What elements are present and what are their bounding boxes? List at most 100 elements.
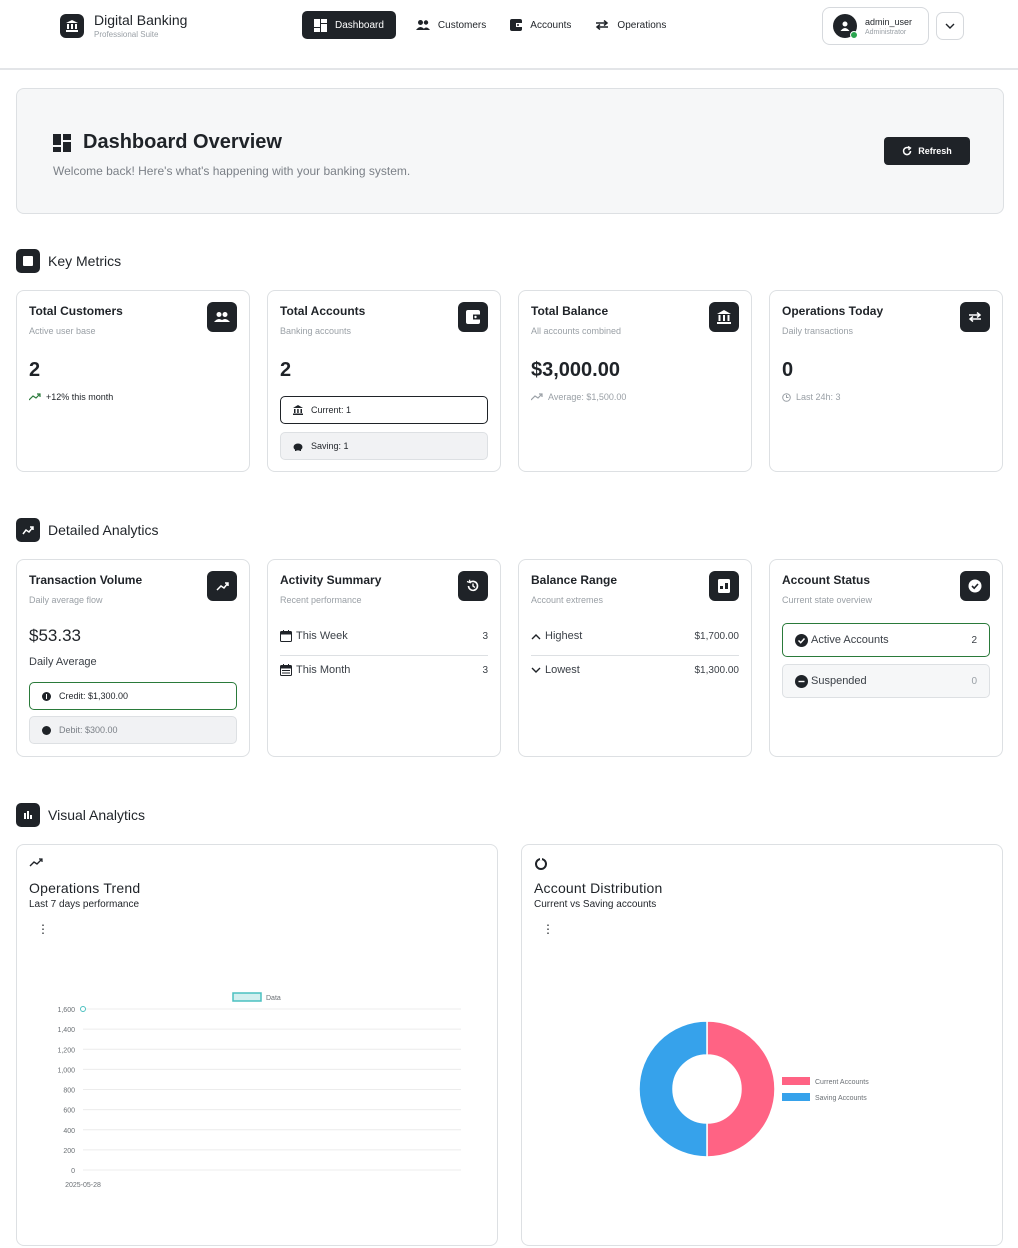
analytics-caption: Daily Average [29, 656, 97, 668]
metric-title: Total Customers [29, 304, 123, 318]
online-status-dot [850, 31, 858, 39]
metric-trend: +12% this month [29, 392, 113, 402]
analytics-title: Activity Summary [280, 573, 382, 587]
operations-trend-panel: Operations Trend Last 7 days performance… [16, 844, 498, 1246]
user-icon [840, 21, 850, 31]
metric-card-operations: Operations Today Daily transactions 0 La… [769, 290, 1003, 472]
credit-label: Credit: $1,300.00 [59, 691, 129, 701]
status-value: 0 [971, 675, 977, 687]
check-circle-icon [795, 633, 808, 647]
metric-subtitle: Active user base [29, 326, 96, 336]
wallet-icon [510, 19, 523, 31]
calculator-icon [709, 571, 739, 601]
account-distribution-panel: Account Distribution Current vs Saving a… [521, 844, 1003, 1246]
bank-icon [60, 13, 84, 38]
detailed-analytics-heading: Detailed Analytics [16, 518, 159, 542]
bank-icon [293, 405, 303, 415]
chevron-down-icon [531, 667, 541, 673]
y-tick-label: 200 [63, 1148, 75, 1155]
visual-analytics-heading: Visual Analytics [16, 803, 145, 827]
analytics-title: Transaction Volume [29, 573, 143, 587]
x-tick-label: 2025-05-28 [65, 1182, 101, 1189]
metric-card-customers: Total Customers Active user base 2 +12% … [16, 290, 250, 472]
badge-check-icon [960, 571, 990, 601]
nav-operations[interactable]: Operations [585, 11, 676, 39]
metric-value: 2 [29, 359, 41, 381]
status-row-suspended: Suspended 0 [782, 664, 990, 698]
dashboard-icon [314, 18, 327, 32]
history-icon [458, 571, 488, 601]
wallet-icon [458, 302, 488, 332]
users-icon [415, 20, 430, 30]
range-value: $1,300.00 [694, 664, 740, 676]
nav-accounts[interactable]: Accounts [500, 11, 581, 39]
nav-customers[interactable]: Customers [406, 11, 496, 39]
status-label: Active Accounts [811, 634, 889, 646]
minus-circle-icon [795, 674, 808, 688]
nav-accounts-label: Accounts [530, 19, 572, 31]
refresh-label: Refresh [918, 146, 952, 156]
chevron-up-icon [531, 633, 541, 639]
nav-dashboard-label: Dashboard [335, 19, 384, 31]
user-dropdown-button[interactable] [936, 12, 964, 40]
y-tick-label: 1,200 [57, 1047, 75, 1054]
piggy-bank-icon [293, 443, 303, 451]
activity-label: This Week [296, 630, 348, 642]
user-name: admin_user [865, 16, 913, 27]
nav-customers-label: Customers [437, 19, 487, 31]
metric-card-accounts: Total Accounts Banking accounts 2 Curren… [267, 290, 501, 472]
nav-dashboard[interactable]: Dashboard [302, 11, 396, 39]
trending-up-icon [207, 571, 237, 601]
top-navbar: Digital Banking Professional Suite Dashb… [0, 0, 1018, 70]
legend-label: Saving Accounts [815, 1095, 867, 1102]
credit-pill: Credit: $1,300.00 [29, 682, 237, 710]
avatar [833, 14, 858, 39]
range-row-highest: Highest $1,700.00 [531, 630, 739, 642]
info-icon [42, 691, 51, 701]
donut-slice [706, 1020, 776, 1158]
analytics-subtitle: Daily average flow [29, 595, 103, 605]
page-title: Dashboard Overview [83, 131, 282, 153]
analytics-title: Balance Range [531, 573, 618, 587]
line-chart: 0 200 400 600 800 1,000 1,200 1,400 1,600 2025-05… [57, 992, 461, 1189]
data-point [80, 1006, 86, 1012]
nav-links: Dashboard Customers Accounts Operations [302, 11, 680, 39]
y-tick-label: 1,400 [57, 1027, 75, 1034]
metric-trend-text: +12% this month [46, 392, 114, 402]
trending-up-icon [29, 393, 41, 401]
user-role: Administrator [865, 28, 907, 36]
bar-chart-icon [16, 803, 40, 827]
current-accounts-pill: Current: 1 [280, 396, 488, 424]
swap-icon [960, 302, 990, 332]
metric-subtitle: Daily transactions [782, 326, 854, 336]
legend-swatch [232, 992, 262, 1002]
range-row-lowest: Lowest $1,300.00 [531, 664, 739, 676]
dashboard-header: Dashboard Overview Welcome back! Here's … [16, 88, 1004, 214]
brand-title: Digital Banking [94, 12, 188, 28]
metric-title: Total Accounts [280, 304, 366, 318]
y-tick-label: 1,600 [57, 1007, 75, 1014]
donut-slice [638, 1020, 708, 1158]
users-icon [207, 302, 237, 332]
square-icon [16, 249, 40, 273]
dashboard-icon [53, 133, 71, 152]
y-tick-label: 600 [63, 1108, 75, 1115]
bank-icon [709, 302, 739, 332]
detailed-analytics-title: Detailed Analytics [48, 522, 159, 538]
current-accounts-label: Current: 1 [311, 405, 352, 415]
user-menu[interactable]: admin_user Administrator [822, 7, 929, 45]
trending-up-icon [531, 393, 543, 401]
analytics-icon [16, 518, 40, 542]
refresh-button[interactable]: Refresh [884, 137, 970, 165]
brand-subtitle: Professional Suite [94, 30, 159, 39]
legend-label: Current Accounts [815, 1079, 869, 1086]
y-tick-label: 0 [71, 1168, 75, 1175]
page-title-wrap: Dashboard Overview [53, 131, 282, 154]
clock-icon [782, 392, 791, 402]
debit-pill: Debit: $300.00 [29, 716, 237, 744]
brand[interactable]: Digital Banking Professional Suite [60, 12, 187, 39]
metric-subtitle: Banking accounts [280, 326, 352, 336]
divider [280, 655, 488, 656]
metric-card-balance: Total Balance All accounts combined $3,0… [518, 290, 752, 472]
y-tick-label: 800 [63, 1088, 75, 1095]
